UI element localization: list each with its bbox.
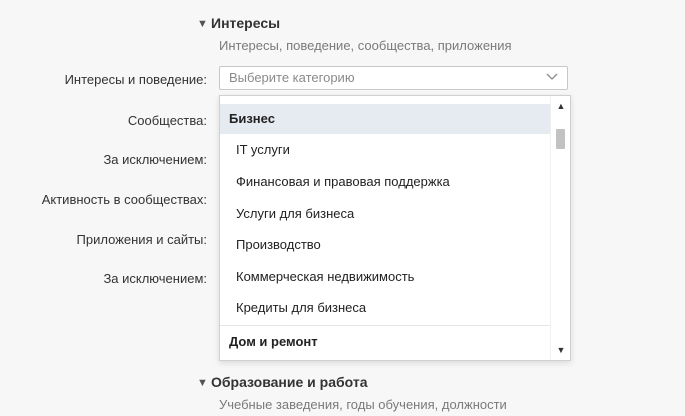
dropdown-item[interactable]: Финансовая и правовая поддержка <box>220 167 550 197</box>
community-activity-label: Активность в сообществах: <box>41 192 207 207</box>
group-divider <box>220 325 550 326</box>
apps-exclude-label: За исключением: <box>103 271 207 286</box>
scroll-down-icon[interactable]: ▼ <box>551 342 570 358</box>
dropdown-item[interactable]: Производство <box>220 230 550 260</box>
collapse-triangle-icon[interactable]: ▼ <box>197 377 211 389</box>
dropdown-item[interactable]: IT услуги <box>220 135 550 165</box>
education-section-header[interactable]: ▼ Образование и работа Учебные заведения,… <box>197 374 507 412</box>
dropdown-scrollbar[interactable]: ▲ ▼ <box>550 96 570 360</box>
dropdown-group-business[interactable]: Бизнес <box>220 104 550 134</box>
collapse-triangle-icon[interactable]: ▼ <box>197 18 211 30</box>
dropdown-item[interactable]: Кредиты для бизнеса <box>220 293 550 323</box>
category-select-placeholder: Выберите категорию <box>229 70 355 85</box>
chevron-down-icon[interactable] <box>545 69 559 83</box>
communities-label: Сообщества: <box>127 113 207 128</box>
scroll-up-icon[interactable]: ▲ <box>551 98 570 114</box>
scrollbar-thumb[interactable] <box>556 129 565 149</box>
category-list: Бизнес IT услуги Финансовая и правовая п… <box>220 96 550 360</box>
communities-exclude-label: За исключением: <box>103 152 207 167</box>
dropdown-item[interactable]: Услуги для бизнеса <box>220 199 550 229</box>
apps-sites-label: Приложения и сайты: <box>76 232 207 247</box>
education-section-title: Образование и работа <box>211 374 368 390</box>
interests-section-header[interactable]: ▼ Интересы Интересы, поведение, сообществ… <box>197 15 512 53</box>
dropdown-group-home-repair[interactable]: Дом и ремонт <box>220 327 550 357</box>
interests-section-subtitle: Интересы, поведение, сообщества, приложе… <box>219 38 512 53</box>
interests-section-title: Интересы <box>211 15 281 31</box>
education-section-subtitle: Учебные заведения, годы обучения, должно… <box>219 397 507 412</box>
category-select[interactable]: Выберите категорию <box>219 66 568 90</box>
category-dropdown[interactable]: Бизнес IT услуги Финансовая и правовая п… <box>219 95 571 361</box>
interests-behavior-label: Интересы и поведение: <box>64 72 207 87</box>
dropdown-item[interactable]: Коммерческая недвижимость <box>220 262 550 292</box>
